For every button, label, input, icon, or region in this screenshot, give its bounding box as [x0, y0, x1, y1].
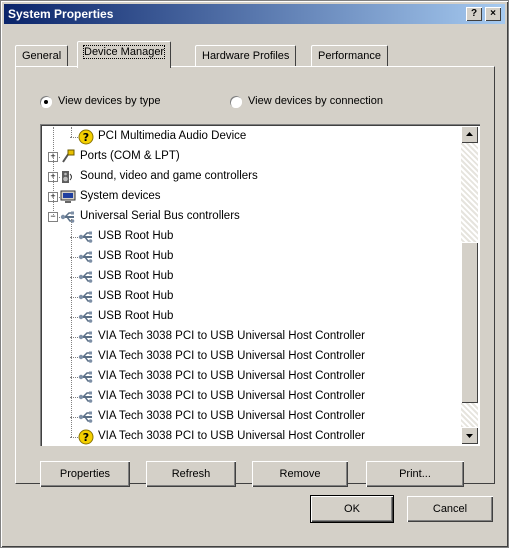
- usb-icon: [78, 289, 94, 305]
- tree-item-label: VIA Tech 3038 PCI to USB Universal Host …: [98, 370, 365, 382]
- tree-item[interactable]: VIA Tech 3038 PCI to USB Universal Host …: [40, 327, 458, 347]
- tree-item-label: VIA Tech 3038 PCI to USB Universal Host …: [98, 390, 365, 402]
- scroll-up-button[interactable]: [461, 126, 478, 143]
- tree-item-label: Ports (COM & LPT): [80, 150, 180, 162]
- refresh-button[interactable]: Refresh: [146, 461, 236, 487]
- view-by-connection-label: View devices by connection: [248, 95, 383, 107]
- tree-item-label: VIA Tech 3038 PCI to USB Universal Host …: [98, 430, 365, 442]
- tree-item-label: USB Root Hub: [98, 290, 174, 302]
- tree-item-label: Universal Serial Bus controllers: [80, 210, 240, 222]
- tree-connector: [70, 137, 78, 138]
- device-tree-rows: ? PCI Multimedia Audio Device + Ports (COM …: [40, 127, 458, 446]
- tab-performance-label: Performance: [318, 50, 381, 62]
- arrow-down-icon: [466, 434, 473, 438]
- usb-icon: [78, 409, 94, 425]
- tree-item-label: Sound, video and game controllers: [80, 170, 258, 182]
- tree-item-label: USB Root Hub: [98, 250, 174, 262]
- svg-text:?: ?: [83, 431, 89, 444]
- tree-item[interactable]: ? PCI Multimedia Audio Device: [40, 127, 458, 147]
- tree-item-label: System devices: [80, 190, 161, 202]
- tab-general-label: General: [22, 50, 62, 62]
- usb-icon: [78, 309, 94, 325]
- warning-device-icon: ?: [78, 429, 94, 445]
- tree-item[interactable]: USB Root Hub: [40, 287, 458, 307]
- tree-item[interactable]: USB Root Hub: [40, 267, 458, 287]
- svg-text:?: ?: [83, 131, 89, 144]
- view-by-type-radio[interactable]: [40, 96, 52, 108]
- tree-item[interactable]: USB Root Hub: [40, 247, 458, 267]
- tree-item[interactable]: USB Root Hub: [40, 307, 458, 327]
- usb-icon: [60, 209, 76, 225]
- tree-item[interactable]: ? VIA Tech 3038 PCI to USB Universal Host…: [40, 427, 458, 446]
- tree-item[interactable]: USB Root Hub: [40, 227, 458, 247]
- close-button[interactable]: ×: [485, 7, 501, 21]
- computer-icon: [60, 189, 76, 205]
- tree-item[interactable]: + System devices: [40, 187, 458, 207]
- tree-branch-line: [71, 219, 72, 437]
- help-button[interactable]: ?: [466, 7, 482, 21]
- view-by-connection-radio[interactable]: [230, 96, 242, 108]
- device-manager-panel: View devices by type View devices by con…: [15, 66, 495, 487]
- tree-item-label: PCI Multimedia Audio Device: [98, 130, 247, 142]
- tree-connector: [70, 437, 78, 438]
- tree-item[interactable]: VIA Tech 3038 PCI to USB Universal Host …: [40, 407, 458, 427]
- tab-device-manager-label: Device Manager: [82, 45, 166, 59]
- tree-trunk-line: [53, 127, 54, 217]
- tree-item[interactable]: + Ports (COM & LPT): [40, 147, 458, 167]
- tree-branch-line: [71, 127, 72, 137]
- system-properties-window: System Properties ? × General Device Man…: [0, 0, 509, 548]
- title-bar[interactable]: System Properties ? ×: [4, 4, 505, 24]
- warning-device-icon: ?: [78, 129, 94, 145]
- tree-item[interactable]: + Sound, video and game controllers: [40, 167, 458, 187]
- tab-hardware-profiles-label: Hardware Profiles: [202, 50, 290, 62]
- tree-item[interactable]: VIA Tech 3038 PCI to USB Universal Host …: [40, 367, 458, 387]
- arrow-up-icon: [466, 132, 473, 136]
- tree-item[interactable]: − Universal Serial Bus controllers: [40, 207, 458, 227]
- window-title: System Properties: [8, 7, 114, 21]
- tab-device-manager[interactable]: Device Manager: [77, 41, 172, 68]
- usb-icon: [78, 369, 94, 385]
- scroll-thumb[interactable]: [461, 242, 478, 403]
- usb-icon: [78, 349, 94, 365]
- print-button[interactable]: Print...: [366, 461, 464, 487]
- tree-item-label: VIA Tech 3038 PCI to USB Universal Host …: [98, 410, 365, 422]
- device-tree[interactable]: ? PCI Multimedia Audio Device + Ports (COM …: [40, 124, 480, 446]
- sound-icon: [60, 169, 76, 185]
- tab-hardware-profiles[interactable]: Hardware Profiles: [195, 45, 297, 67]
- tree-item-label: VIA Tech 3038 PCI to USB Universal Host …: [98, 350, 365, 362]
- ok-button[interactable]: OK: [311, 496, 393, 522]
- tree-item[interactable]: VIA Tech 3038 PCI to USB Universal Host …: [40, 387, 458, 407]
- usb-icon: [78, 389, 94, 405]
- scroll-down-button[interactable]: [461, 427, 478, 444]
- tree-item[interactable]: VIA Tech 3038 PCI to USB Universal Host …: [40, 347, 458, 367]
- properties-button[interactable]: Properties: [40, 461, 130, 487]
- cancel-button[interactable]: Cancel: [407, 496, 493, 522]
- vertical-scrollbar[interactable]: [461, 126, 478, 444]
- tree-item-label: USB Root Hub: [98, 310, 174, 322]
- tree-item-label: VIA Tech 3038 PCI to USB Universal Host …: [98, 330, 365, 342]
- tree-item-label: USB Root Hub: [98, 230, 174, 242]
- view-by-type-label: View devices by type: [58, 95, 161, 107]
- usb-icon: [78, 329, 94, 345]
- remove-button[interactable]: Remove: [252, 461, 348, 487]
- port-icon: [60, 149, 76, 165]
- tab-general[interactable]: General: [15, 45, 69, 67]
- usb-icon: [78, 249, 94, 265]
- tree-item-label: USB Root Hub: [98, 270, 174, 282]
- usb-icon: [78, 229, 94, 245]
- tab-performance[interactable]: Performance: [311, 45, 388, 67]
- usb-icon: [78, 269, 94, 285]
